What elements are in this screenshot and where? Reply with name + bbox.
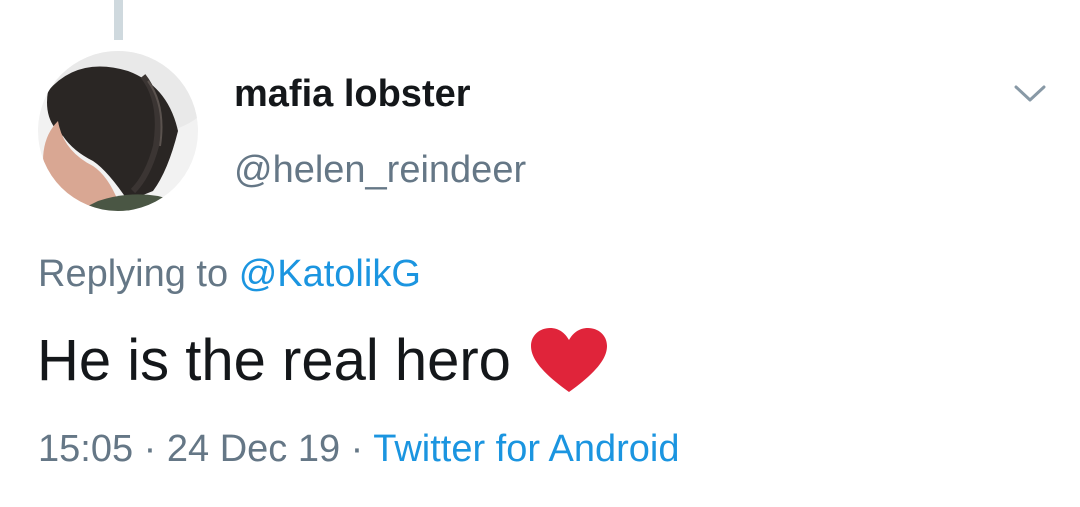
reply-mention-link[interactable]: @KatolikG [239,253,421,295]
thread-connector-line [114,0,123,40]
tweet-source-link[interactable]: Twitter for Android [373,428,679,470]
tweet-text: He is the real hero [37,328,511,393]
meta-separator: · [143,428,157,470]
replying-to-line: Replying to @KatolikG [38,250,421,298]
avatar[interactable] [38,51,198,211]
tweet-body: He is the real hero [37,326,609,396]
heart-icon [529,326,609,396]
user-handle[interactable]: @helen_reindeer [234,146,526,194]
chevron-down-icon[interactable] [1010,78,1050,108]
tweet-date[interactable]: 24 Dec 19 [167,428,340,470]
avatar-image [38,51,198,211]
tweet-time[interactable]: 15:05 [38,428,133,470]
replying-prefix: Replying to [38,253,229,295]
meta-separator: · [350,428,364,470]
tweet-meta: 15:05 · 24 Dec 19 · Twitter for Android [38,425,679,473]
display-name[interactable]: mafia lobster [234,70,471,118]
